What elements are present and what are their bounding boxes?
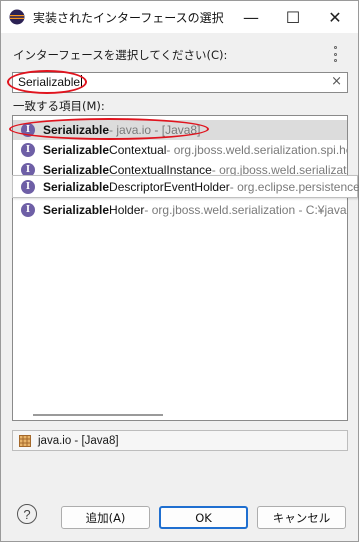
horizontal-scrollbar[interactable] <box>33 414 163 416</box>
cancel-button[interactable]: キャンセル <box>257 506 346 529</box>
item-name: Serializable <box>43 180 110 194</box>
ok-button[interactable]: OK <box>159 506 248 529</box>
minimize-button[interactable]: — <box>233 1 269 33</box>
filter-label: インターフェースを選択してください(C): <box>13 48 228 62</box>
interface-icon: I <box>21 203 35 217</box>
dialog-window: 実装されたインターフェースの選択 — ☐ ✕ インターフェースを選択してください… <box>0 0 359 542</box>
eclipse-icon <box>9 9 25 25</box>
clear-icon[interactable]: × <box>331 74 342 89</box>
matches-label: 一致する項目(M): <box>13 99 105 113</box>
title-bar: 実装されたインターフェースの選択 — ☐ ✕ <box>1 1 358 33</box>
help-icon[interactable]: ? <box>17 504 37 524</box>
annotation-circle-selection <box>9 118 209 140</box>
package-icon <box>19 434 31 447</box>
item-package: - org.jboss.weld.serialization - C:¥java… <box>144 203 348 217</box>
item-package: - org.jboss.weld.serialization.spi.he <box>166 143 348 157</box>
list-item[interactable]: I SerializableHolder - org.jboss.weld.se… <box>13 200 348 220</box>
item-name-rest: Contextual <box>109 143 167 157</box>
interface-icon: I <box>21 180 35 194</box>
item-package: - org.eclipse.persistence.c <box>229 180 359 194</box>
status-bar: java.io - [Java8] <box>12 430 348 451</box>
maximize-button[interactable]: ☐ <box>275 1 311 33</box>
list-item[interactable]: I SerializableDescriptorEventHolder - or… <box>13 177 359 197</box>
view-menu-icon[interactable] <box>331 46 339 62</box>
annotation-circle-filter <box>7 70 87 94</box>
window-title: 実装されたインターフェースの選択 <box>33 11 224 25</box>
matches-list[interactable]: I Serializable - java.io - [Java8] I Ser… <box>12 115 348 421</box>
list-item-tooltip[interactable]: I SerializableDescriptorEventHolder - or… <box>12 175 359 198</box>
item-name-rest: DescriptorEventHolder <box>109 180 230 194</box>
item-name-rest: Holder <box>109 203 145 217</box>
interface-icon: I <box>21 143 35 157</box>
list-item[interactable]: I SerializableContextual - org.jboss.wel… <box>13 140 348 160</box>
status-text: java.io - [Java8] <box>38 434 119 447</box>
item-name: Serializable <box>43 203 110 217</box>
add-button[interactable]: 追加(A) <box>61 506 150 529</box>
close-button[interactable]: ✕ <box>317 1 353 33</box>
item-name: Serializable <box>43 143 110 157</box>
